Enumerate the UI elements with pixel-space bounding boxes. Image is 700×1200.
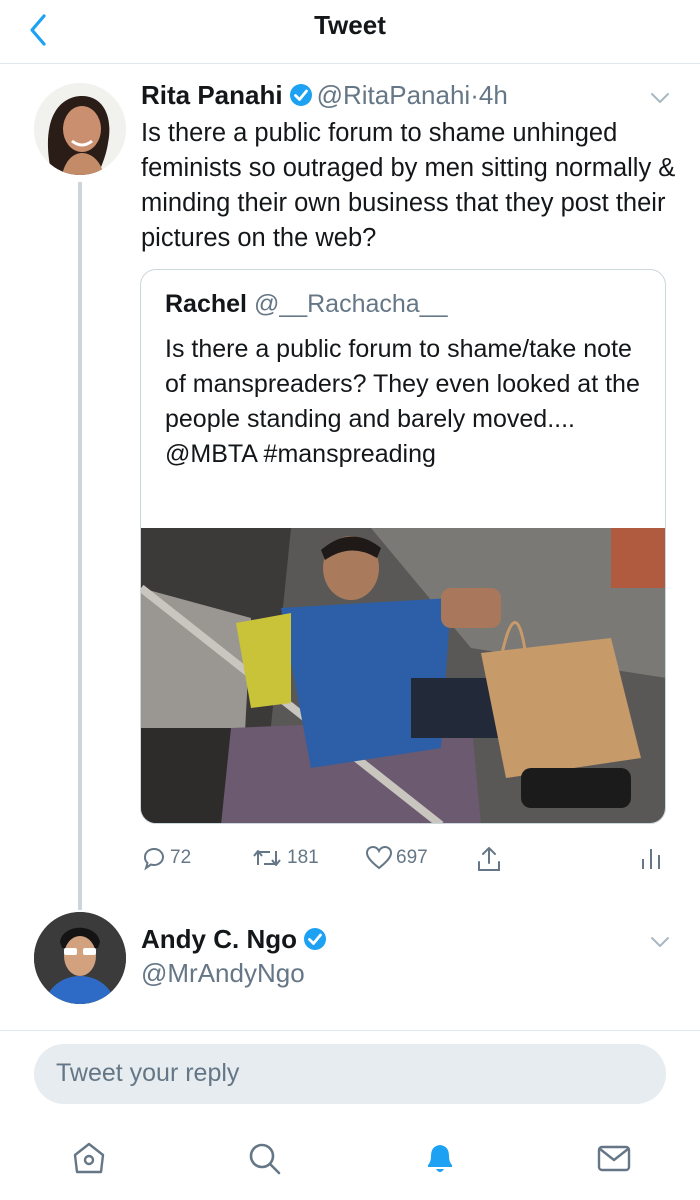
quoted-tweet-header: Rachel @__Rachacha__ bbox=[165, 290, 448, 319]
retweet-count: 181 bbox=[287, 847, 319, 868]
analytics-icon bbox=[642, 849, 660, 869]
reply-author-name[interactable]: Andy C. Ngo bbox=[141, 924, 297, 954]
reply-author-handle[interactable]: @MrAndyNgo bbox=[141, 958, 305, 989]
like-count: 697 bbox=[396, 847, 428, 868]
reply-author-avatar[interactable] bbox=[34, 912, 126, 1004]
quoted-tweet[interactable]: Rachel @__Rachacha__ Is there a public f… bbox=[140, 269, 666, 824]
like-button[interactable]: 697 bbox=[365, 845, 428, 875]
quoted-tweet-text: Is there a public forum to shame/take no… bbox=[165, 335, 640, 468]
author-name[interactable]: Rita Panahi bbox=[141, 80, 283, 110]
quoted-author-name: Rachel bbox=[165, 290, 247, 318]
notifications-icon[interactable] bbox=[420, 1138, 460, 1178]
reply-placeholder: Tweet your reply bbox=[56, 1059, 240, 1087]
page-title: Tweet bbox=[314, 10, 386, 40]
tweet-time[interactable]: 4h bbox=[479, 80, 508, 110]
tweet-text: Is there a public forum to shame unhinge… bbox=[141, 119, 676, 252]
chevron-down-icon[interactable] bbox=[648, 90, 672, 106]
reply-count: 72 bbox=[170, 847, 192, 868]
verified-badge-icon bbox=[289, 84, 312, 106]
top-bar: Tweet bbox=[0, 0, 700, 64]
author-handle[interactable]: @RitaPanahi bbox=[317, 80, 471, 110]
retweet-icon bbox=[253, 850, 281, 866]
retweet-button[interactable]: 181 bbox=[250, 845, 319, 875]
divider bbox=[0, 1030, 700, 1031]
avatar[interactable] bbox=[34, 83, 126, 175]
chevron-down-icon[interactable] bbox=[648, 934, 672, 950]
heart-icon bbox=[365, 845, 393, 870]
reply-button[interactable]: 72 bbox=[141, 845, 191, 875]
reply-icon bbox=[143, 847, 164, 871]
share-icon bbox=[478, 847, 500, 871]
quoted-tweet-photo[interactable] bbox=[141, 528, 666, 824]
reply-input[interactable]: Tweet your reply bbox=[34, 1044, 666, 1104]
analytics-button[interactable] bbox=[640, 845, 662, 875]
share-button[interactable] bbox=[476, 845, 502, 875]
quoted-author-handle: @__Rachacha__ bbox=[253, 290, 448, 318]
tweet-header: Rita Panahi @RitaPanahi·4h bbox=[141, 80, 508, 111]
thread-connector bbox=[78, 182, 82, 910]
reply-author-name-line: Andy C. Ngo bbox=[141, 924, 331, 955]
time-separator: · bbox=[470, 80, 479, 110]
search-icon[interactable] bbox=[244, 1138, 284, 1178]
home-icon[interactable] bbox=[69, 1138, 109, 1178]
messages-icon[interactable] bbox=[594, 1138, 634, 1178]
verified-badge-icon bbox=[304, 928, 326, 950]
